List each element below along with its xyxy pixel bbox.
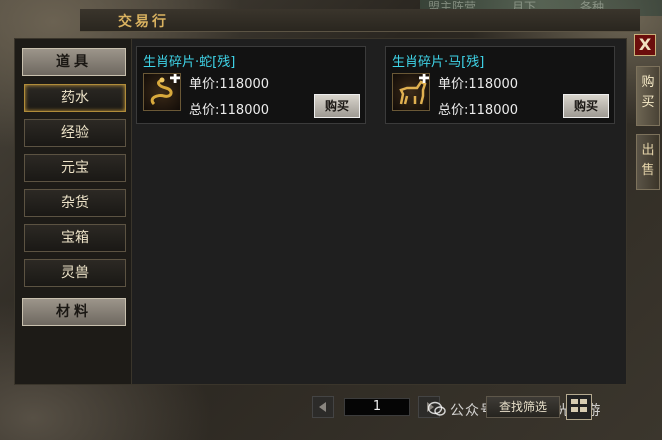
filter-button[interactable]: 查找筛选 [486, 396, 560, 418]
unit-price-value: 118000 [468, 77, 519, 92]
buy-button[interactable]: 购买 [314, 94, 360, 118]
category-yuanbao[interactable]: 元宝 [24, 154, 126, 182]
unit-price-label: 单价: [438, 77, 469, 92]
grid-icon-cell [571, 407, 578, 412]
total-price-value: 118000 [468, 103, 519, 118]
wechat-icon [428, 401, 446, 416]
category-potion[interactable]: 药水 [24, 84, 126, 112]
unit-price: 单价:118000 [438, 73, 518, 92]
unit-price-label: 单价: [189, 77, 220, 92]
total-price-label: 总价: [189, 103, 220, 118]
grid-icon-cell [580, 399, 587, 404]
horse-icon[interactable]: ✚ [392, 73, 430, 111]
total-price-value: 118000 [219, 103, 270, 118]
arrow-left-icon [319, 402, 326, 412]
tab-buy[interactable]: 购买 [636, 66, 660, 126]
category-pet[interactable]: 灵兽 [24, 259, 126, 287]
total-price: 总价:118000 [438, 99, 518, 118]
trading-window: 盟主阵营 月下 各种 交易行 X 购买 出售 道具 药水 经验 元宝 杂货 宝箱… [0, 0, 662, 440]
category-props[interactable]: 道具 [22, 48, 126, 76]
snake-icon[interactable]: ✚ [143, 73, 181, 111]
category-misc[interactable]: 杂货 [24, 189, 126, 217]
prev-page-button[interactable] [312, 396, 334, 418]
grid-view-button[interactable] [566, 394, 592, 420]
item-name: 生肖碎片·蛇[残] [143, 55, 236, 70]
unit-price: 单价:118000 [189, 73, 269, 92]
buy-button[interactable]: 购买 [563, 94, 609, 118]
tab-sell-label: 出售 [641, 143, 655, 178]
page-number[interactable]: 1 [344, 398, 410, 416]
total-price: 总价:118000 [189, 99, 269, 118]
plus-icon: ✚ [418, 73, 430, 87]
category-exp[interactable]: 经验 [24, 119, 126, 147]
grid-icon-cell [571, 399, 578, 404]
total-price-label: 总价: [438, 103, 469, 118]
item-name: 生肖碎片·马[残] [392, 55, 485, 70]
category-chest[interactable]: 宝箱 [24, 224, 126, 252]
unit-price-value: 118000 [219, 77, 270, 92]
window-title: 交易行 [118, 14, 169, 30]
plus-icon: ✚ [169, 73, 181, 87]
category-materials[interactable]: 材料 [22, 298, 126, 326]
tab-sell[interactable]: 出售 [636, 134, 660, 190]
tab-buy-label: 购买 [641, 75, 655, 110]
grid-icon-cell [580, 407, 587, 412]
close-button[interactable]: X [634, 34, 656, 56]
